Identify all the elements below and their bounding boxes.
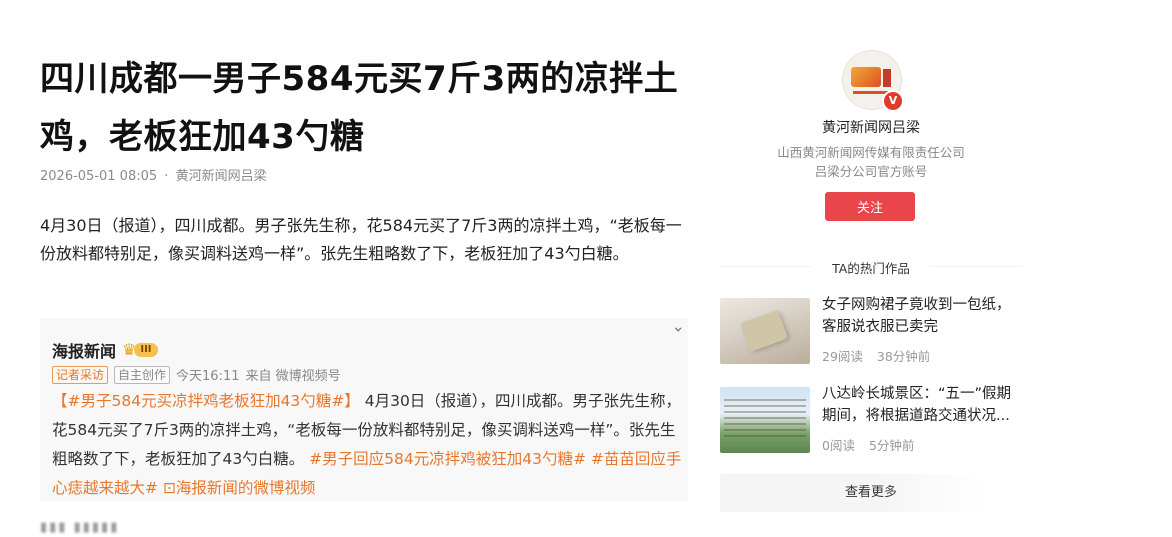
embed-time-info: 今天16:11 来自 微博视频号: [176, 365, 347, 384]
work-time: 38分钟前: [876, 349, 931, 364]
meta-separator: ·: [164, 169, 169, 184]
work-time: 5分钟前: [868, 438, 915, 453]
logo-mark: [851, 67, 881, 87]
embed-from: 来自 微博视频号: [245, 369, 341, 384]
work-stats: 0阅读 5分钟前: [822, 435, 928, 454]
embed-tags: 记者采访 自主创作 今天16:11 来自 微博视频号: [52, 365, 347, 384]
hashtag-link[interactable]: 【#男子584元买凉拌鸡老板狂加43勺糖#】: [52, 392, 360, 410]
publish-date: 2026-05-01 08:05: [40, 169, 158, 184]
verified-icon: V: [882, 90, 904, 112]
work-title[interactable]: 女子网购裙子竟收到一包纸，客服说衣服已卖完: [822, 294, 1022, 338]
article-body: 4月30日（报道），四川成都。男子张先生称，花584元买了7斤3两的凉拌土鸡，“…: [40, 216, 682, 263]
tag-reporter: 记者采访: [52, 365, 109, 384]
work-reads: 29阅读: [822, 349, 863, 364]
account-name[interactable]: 黄河新闻网吕梁: [720, 117, 1022, 137]
level-pill: III: [134, 343, 158, 357]
work-reads: 0阅读: [822, 438, 855, 453]
work-thumbnail[interactable]: [720, 387, 810, 453]
weibo-embed-card[interactable]: › 海报新闻 ♛ III 记者采访 自主创作 今天16:11 来自 微博视频号 【…: [40, 318, 688, 501]
fade-overlay: [880, 470, 1172, 537]
account-description: 山西黄河新闻网传媒有限责任公司 吕梁分公司官方账号: [720, 143, 1022, 181]
embed-account-name[interactable]: 海报新闻: [52, 338, 116, 362]
article-meta: 2026-05-01 08:05 · 黄河新闻网吕梁: [40, 165, 267, 184]
blurred-footer-text: ▮▮▮ ▮▮▮▮▮: [40, 520, 120, 535]
embed-text: 【#男子584元买凉拌鸡老板狂加43勺糖#】 4月30日（报道），四川成都。男子…: [52, 387, 682, 503]
logo-mark-accent: [883, 69, 891, 87]
hashtag-link[interactable]: #男子回应584元凉拌鸡被狂加43勺糖#: [309, 450, 586, 468]
article-title: 四川成都一男子584元买7斤3两的凉拌土鸡，老板狂加43勺糖: [40, 59, 679, 157]
work-stats: 29阅读 38分钟前: [822, 346, 944, 365]
video-link[interactable]: ⊡海报新闻的微博视频: [163, 479, 316, 497]
account-desc-line: 吕梁分公司官方账号: [814, 164, 928, 179]
tag-original: 自主创作: [114, 365, 171, 384]
hot-works-title: TA的热门作品: [832, 261, 910, 276]
hot-work-item[interactable]: 八达岭长城景区：“五一”假期期间，将根据道路交通状况... 0阅读 5分钟前: [720, 386, 1022, 455]
work-thumbnail[interactable]: [720, 298, 810, 364]
embed-header: 海报新闻 ♛ III: [52, 338, 158, 362]
divider: [930, 266, 1022, 267]
work-title[interactable]: 八达岭长城景区：“五一”假期期间，将根据道路交通状况...: [822, 383, 1022, 427]
chevron-icon[interactable]: ›: [669, 326, 688, 332]
article-source[interactable]: 黄河新闻网吕梁: [176, 169, 267, 184]
hot-work-item[interactable]: 女子网购裙子竟收到一包纸，客服说衣服已卖完 29阅读 38分钟前: [720, 297, 1022, 366]
embed-time: 今天16:11: [176, 369, 240, 384]
level-badge: ♛ III: [122, 342, 158, 358]
account-desc-line: 山西黄河新闻网传媒有限责任公司: [777, 145, 965, 160]
follow-button[interactable]: 关注: [825, 192, 915, 221]
